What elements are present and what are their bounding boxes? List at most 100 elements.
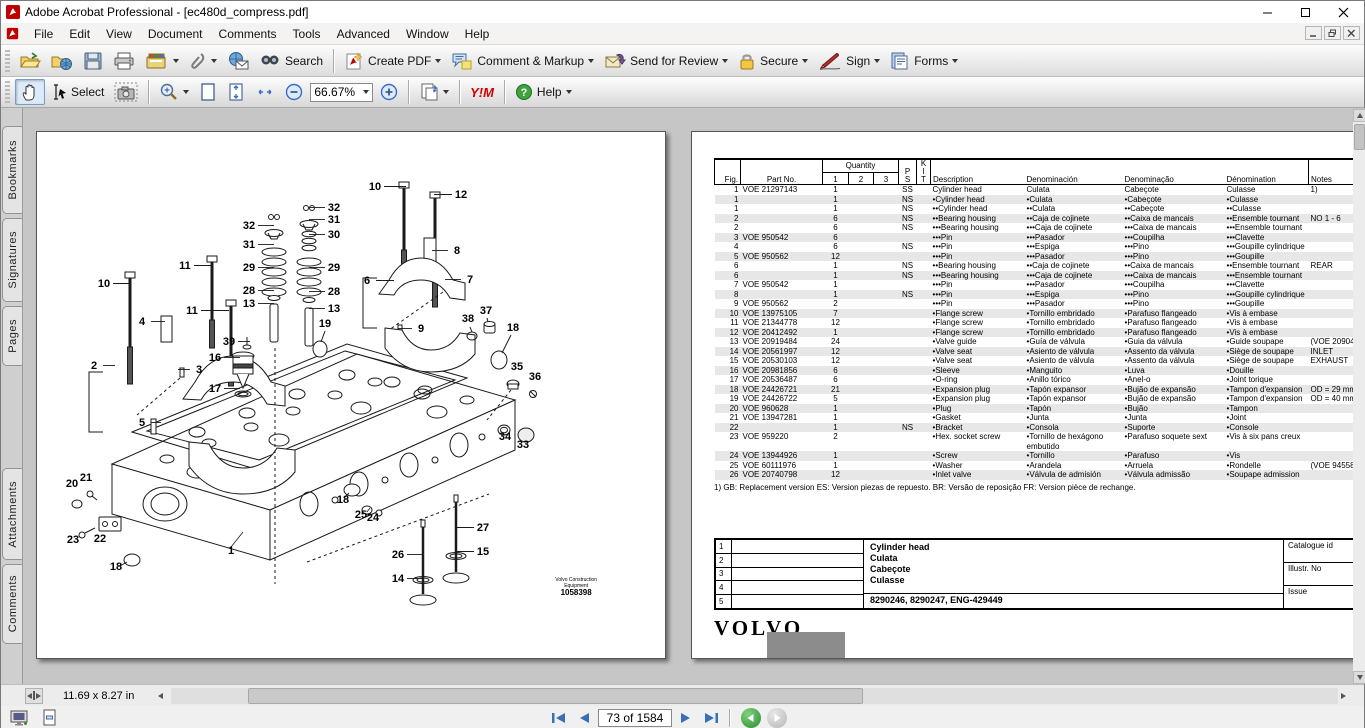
menu-edit[interactable]: Edit — [61, 24, 98, 44]
sign-label: Sign — [846, 54, 870, 68]
print-button[interactable] — [109, 48, 139, 74]
select-tool-button[interactable]: Select — [47, 79, 108, 105]
create-pdf-dropdown-arrow[interactable] — [435, 59, 441, 63]
previous-view-button[interactable] — [741, 708, 761, 728]
sidebar-tab-bookmarks[interactable]: Bookmarks — [2, 126, 22, 214]
attach-dropdown-arrow[interactable] — [211, 59, 217, 63]
menu-tools[interactable]: Tools — [285, 24, 329, 44]
document-pane[interactable]: 1012867910111142332312928133231302928131… — [23, 108, 1365, 684]
minimize-button[interactable] — [1248, 1, 1286, 23]
previous-page-button[interactable] — [572, 708, 598, 728]
open-button[interactable] — [15, 48, 45, 74]
fit-page-button[interactable] — [195, 79, 221, 105]
fit-width-button[interactable] — [251, 79, 279, 105]
sign-button[interactable]: Sign — [814, 48, 884, 74]
hand-tool-button[interactable] — [15, 79, 45, 105]
yahoo-messenger-button[interactable]: Y!M — [466, 79, 498, 105]
title-bar: Adobe Acrobat Professional - [ec480d_com… — [1, 1, 1364, 23]
col-ps: P S — [899, 159, 917, 185]
toolbar-grip[interactable] — [5, 50, 10, 72]
sidebar-tab-comments[interactable]: Comments — [2, 564, 22, 644]
menu-bar: File Edit View Document Comments Tools A… — [1, 23, 1364, 45]
create-pdf-button[interactable]: Create PDF — [340, 48, 445, 74]
menu-comments[interactable]: Comments — [211, 24, 285, 44]
first-page-button[interactable] — [546, 708, 572, 728]
pane-splitter-button[interactable] — [25, 688, 43, 704]
snapshot-button[interactable] — [110, 79, 142, 105]
doc-minimize-button[interactable] — [1305, 26, 1322, 40]
secure-button[interactable]: Secure — [734, 48, 812, 74]
help-button[interactable]: ? Help — [511, 79, 576, 105]
menu-advanced[interactable]: Advanced — [329, 24, 398, 44]
send-for-review-button[interactable]: Send for Review — [600, 48, 732, 74]
doc-restore-button[interactable] — [1324, 26, 1341, 40]
callout-number: 9 — [418, 323, 424, 335]
zoom-level-combo[interactable]: 66.67% — [310, 83, 373, 102]
comment-markup-label: Comment & Markup — [477, 54, 584, 68]
scroll-down-button[interactable] — [1353, 671, 1365, 684]
menu-view[interactable]: View — [98, 24, 140, 44]
table-row: 21VOE 139472811•Gasket•Junta•Junta•Joint — [715, 413, 1365, 423]
plug-18-left — [120, 554, 140, 566]
forms-button[interactable]: Forms — [886, 48, 962, 74]
scroll-up-button[interactable] — [1353, 109, 1365, 122]
col-kit: K I T — [917, 159, 931, 185]
help-label: Help — [537, 85, 562, 99]
sidebar-tab-pages[interactable]: Pages — [2, 306, 22, 366]
menu-file[interactable]: File — [26, 24, 61, 44]
next-page-button[interactable] — [672, 708, 698, 728]
page-display-button[interactable] — [415, 79, 453, 105]
callout-number: 10 — [369, 181, 381, 193]
page-number-input[interactable] — [598, 709, 672, 727]
save-button[interactable] — [79, 48, 107, 74]
maximize-button[interactable] — [1286, 1, 1324, 23]
info-row-number: 1 — [716, 540, 732, 553]
single-page-view-button[interactable] — [37, 708, 61, 727]
next-view-button[interactable] — [767, 708, 787, 728]
zoom-in-button[interactable] — [376, 79, 402, 105]
horizontal-scroll-thumb[interactable] — [248, 688, 863, 704]
organizer-dropdown-arrow[interactable] — [173, 59, 179, 63]
menu-window[interactable]: Window — [398, 24, 457, 44]
col-fig: Fig. — [715, 159, 741, 185]
vertical-scrollbar[interactable] — [1353, 109, 1365, 684]
callout-number: 8 — [454, 245, 460, 257]
callout-number: 22 — [94, 533, 106, 545]
menu-help[interactable]: Help — [457, 24, 498, 44]
comment-markup-dropdown-arrow[interactable] — [588, 59, 594, 63]
menu-document[interactable]: Document — [140, 24, 211, 44]
email-button[interactable] — [223, 48, 253, 74]
zoom-tool-button[interactable] — [155, 79, 193, 105]
organizer-button[interactable] — [141, 48, 183, 74]
toolbar-grip-2[interactable] — [5, 81, 10, 103]
zoom-out-button[interactable] — [281, 79, 307, 105]
close-button[interactable] — [1324, 1, 1362, 23]
zoom-dropdown-arrow[interactable] — [183, 90, 189, 94]
sign-dropdown-arrow[interactable] — [874, 59, 880, 63]
help-dropdown-arrow[interactable] — [566, 90, 572, 94]
callout-number: 3 — [196, 364, 202, 376]
open-web-page-button[interactable] — [47, 48, 77, 74]
sidebar-tab-signatures[interactable]: Signatures — [2, 218, 22, 302]
zoom-level-dropdown-arrow[interactable] — [363, 90, 369, 94]
page-display-dropdown-arrow[interactable] — [443, 90, 449, 94]
scroll-right-button[interactable] — [1336, 688, 1350, 704]
fit-height-button[interactable] — [223, 79, 249, 105]
doc-close-button[interactable] — [1343, 26, 1360, 40]
fullscreen-view-button[interactable] — [7, 708, 31, 727]
col-denominacion: Denominación — [1025, 159, 1123, 185]
horizontal-scrollbar[interactable] — [171, 688, 1338, 704]
callout-number: 21 — [80, 472, 92, 484]
secure-dropdown-arrow[interactable] — [802, 59, 808, 63]
send-for-review-dropdown-arrow[interactable] — [722, 59, 728, 63]
search-button[interactable]: Search — [255, 48, 327, 74]
sidebar-tab-attachments[interactable]: Attachments — [2, 468, 22, 560]
forms-dropdown-arrow[interactable] — [952, 59, 958, 63]
comment-markup-button[interactable]: Comment & Markup — [447, 48, 598, 74]
scroll-left-button[interactable] — [152, 688, 168, 704]
last-page-button[interactable] — [698, 708, 724, 728]
vertical-scroll-thumb[interactable] — [1354, 124, 1365, 150]
info-row-number: 5 — [716, 595, 732, 608]
callout-number: 16 — [209, 352, 221, 364]
attach-button[interactable] — [185, 48, 221, 74]
